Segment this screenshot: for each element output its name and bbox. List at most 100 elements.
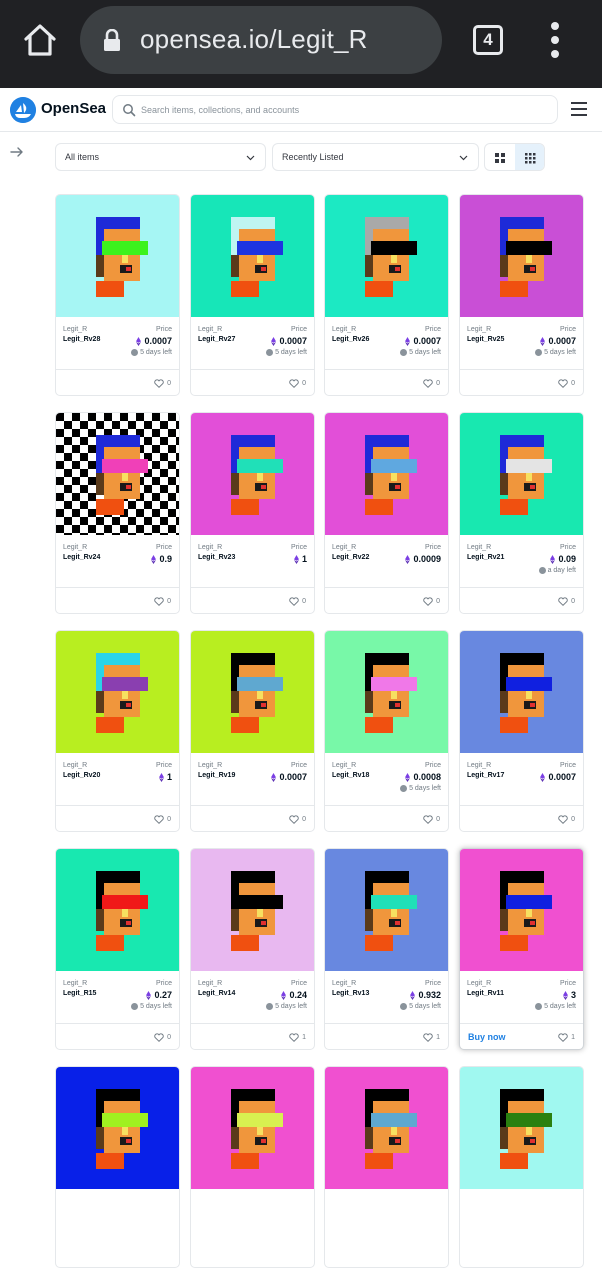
collection-name[interactable]: Legit_R xyxy=(63,326,87,333)
nft-card[interactable] xyxy=(190,1066,315,1268)
item-name[interactable]: Legit_Rv19 xyxy=(198,772,235,779)
item-name[interactable]: Legit_Rv28 xyxy=(63,336,100,343)
favorite-button[interactable]: 0 xyxy=(558,379,575,388)
nft-art[interactable] xyxy=(325,631,448,753)
nft-card[interactable]: Legit_R Legit_Rv18 Price 0.0008 5 days le… xyxy=(324,630,449,832)
nft-card[interactable]: Legit_R Legit_R15 Price 0.27 5 days left 0 xyxy=(55,848,180,1050)
collection-name[interactable]: Legit_R xyxy=(198,326,222,333)
nft-card[interactable]: Legit_R Legit_Rv22 Price 0.0009 0 xyxy=(324,412,449,614)
nft-card[interactable]: Legit_R Legit_Rv14 Price 0.24 5 days left… xyxy=(190,848,315,1050)
address-bar[interactable]: opensea.io/Legit_R xyxy=(80,6,442,74)
nft-art[interactable] xyxy=(56,849,179,971)
large-grid-button[interactable] xyxy=(485,144,515,170)
item-name[interactable]: Legit_Rv13 xyxy=(332,990,369,997)
nft-card[interactable]: Legit_R Legit_Rv23 Price 1 0 xyxy=(190,412,315,614)
item-name[interactable]: Legit_Rv25 xyxy=(467,336,504,343)
collection-name[interactable]: Legit_R xyxy=(332,762,356,769)
favorite-button[interactable]: 0 xyxy=(558,597,575,606)
nft-card[interactable] xyxy=(55,1066,180,1268)
favorite-button[interactable]: 0 xyxy=(558,815,575,824)
favorite-button[interactable]: 1 xyxy=(423,1033,440,1042)
buy-now-button[interactable]: Buy now xyxy=(468,1032,506,1042)
item-name[interactable]: Legit_R15 xyxy=(63,990,96,997)
nft-art[interactable] xyxy=(56,413,179,535)
favorite-button[interactable]: 0 xyxy=(154,815,171,824)
nft-card[interactable]: Legit_R Legit_Rv25 Price 0.0007 5 days le… xyxy=(459,194,584,396)
arrow-right-icon[interactable] xyxy=(9,145,25,159)
collection-name[interactable]: Legit_R xyxy=(467,544,491,551)
item-name[interactable]: Legit_Rv21 xyxy=(467,554,504,561)
favorite-button[interactable]: 1 xyxy=(289,1033,306,1042)
collection-name[interactable]: Legit_R xyxy=(467,980,491,987)
item-name[interactable]: Legit_Rv23 xyxy=(198,554,235,561)
nft-art[interactable] xyxy=(460,631,583,753)
nft-card[interactable]: Legit_R Legit_Rv19 Price 0.0007 0 xyxy=(190,630,315,832)
nft-art[interactable] xyxy=(56,195,179,317)
opensea-logo-icon[interactable] xyxy=(10,97,36,123)
items-filter-select[interactable]: All items xyxy=(55,143,266,171)
collection-name[interactable]: Legit_R xyxy=(467,326,491,333)
nft-card[interactable]: Legit_R Legit_Rv26 Price 0.0007 5 days le… xyxy=(324,194,449,396)
nft-card[interactable]: Legit_R Legit_Rv28 Price 0.0007 5 days le… xyxy=(55,194,180,396)
collection-name[interactable]: Legit_R xyxy=(332,980,356,987)
collection-name[interactable]: Legit_R xyxy=(198,544,222,551)
favorite-button[interactable]: 0 xyxy=(154,379,171,388)
nft-card[interactable]: Legit_R Legit_Rv24 Price 0.9 0 xyxy=(55,412,180,614)
nft-art[interactable] xyxy=(191,631,314,753)
small-grid-button[interactable] xyxy=(515,144,544,170)
item-name[interactable]: Legit_Rv17 xyxy=(467,772,504,779)
nft-art[interactable] xyxy=(460,849,583,971)
favorite-button[interactable]: 0 xyxy=(423,597,440,606)
item-name[interactable]: Legit_Rv24 xyxy=(63,554,100,561)
favorite-button[interactable]: 0 xyxy=(289,597,306,606)
collection-name[interactable]: Legit_R xyxy=(332,544,356,551)
search-box[interactable] xyxy=(112,95,558,124)
favorite-button[interactable]: 0 xyxy=(289,379,306,388)
nft-art[interactable] xyxy=(460,195,583,317)
nft-card[interactable]: Legit_R Legit_Rv11 Price 3 5 days left Buy… xyxy=(459,848,584,1050)
item-name[interactable]: Legit_Rv14 xyxy=(198,990,235,997)
nft-art[interactable] xyxy=(460,413,583,535)
nft-art[interactable] xyxy=(325,195,448,317)
favorite-button[interactable]: 0 xyxy=(154,1033,171,1042)
sort-select[interactable]: Recently Listed xyxy=(272,143,479,171)
collection-name[interactable]: Legit_R xyxy=(332,326,356,333)
nft-card[interactable]: Legit_R Legit_Rv27 Price 0.0007 5 days le… xyxy=(190,194,315,396)
nft-art[interactable] xyxy=(191,849,314,971)
collection-name[interactable]: Legit_R xyxy=(198,762,222,769)
menu-hamburger-icon[interactable] xyxy=(571,102,587,116)
collection-name[interactable]: Legit_R xyxy=(63,762,87,769)
nft-art[interactable] xyxy=(325,413,448,535)
browser-menu-icon[interactable] xyxy=(549,22,561,58)
nft-art[interactable] xyxy=(325,849,448,971)
tab-switcher-button[interactable]: 4 xyxy=(473,25,503,55)
collection-name[interactable]: Legit_R xyxy=(198,980,222,987)
favorite-button[interactable]: 0 xyxy=(423,379,440,388)
item-name[interactable]: Legit_Rv26 xyxy=(332,336,369,343)
nft-art[interactable] xyxy=(325,1067,448,1189)
item-name[interactable]: Legit_Rv27 xyxy=(198,336,235,343)
nft-art[interactable] xyxy=(56,631,179,753)
favorite-button[interactable]: 0 xyxy=(154,597,171,606)
brand-name[interactable]: OpenSea xyxy=(41,100,106,117)
nft-card[interactable]: Legit_R Legit_Rv21 Price 0.09 a day left 0 xyxy=(459,412,584,614)
nft-art[interactable] xyxy=(191,413,314,535)
search-input[interactable] xyxy=(141,101,541,119)
item-name[interactable]: Legit_Rv18 xyxy=(332,772,369,779)
nft-card[interactable] xyxy=(324,1066,449,1268)
nft-card[interactable]: Legit_R Legit_Rv13 Price 0.932 5 days lef… xyxy=(324,848,449,1050)
item-name[interactable]: Legit_Rv11 xyxy=(467,990,504,997)
favorite-button[interactable]: 1 xyxy=(558,1033,575,1042)
item-name[interactable]: Legit_Rv20 xyxy=(63,772,100,779)
favorite-button[interactable]: 0 xyxy=(423,815,440,824)
nft-art[interactable] xyxy=(191,1067,314,1189)
nft-card[interactable] xyxy=(459,1066,584,1268)
nft-art[interactable] xyxy=(460,1067,583,1189)
nft-card[interactable]: Legit_R Legit_Rv20 Price 1 0 xyxy=(55,630,180,832)
collection-name[interactable]: Legit_R xyxy=(63,544,87,551)
collection-name[interactable]: Legit_R xyxy=(467,762,491,769)
nft-card[interactable]: Legit_R Legit_Rv17 Price 0.0007 0 xyxy=(459,630,584,832)
nft-art[interactable] xyxy=(56,1067,179,1189)
item-name[interactable]: Legit_Rv22 xyxy=(332,554,369,561)
nft-art[interactable] xyxy=(191,195,314,317)
